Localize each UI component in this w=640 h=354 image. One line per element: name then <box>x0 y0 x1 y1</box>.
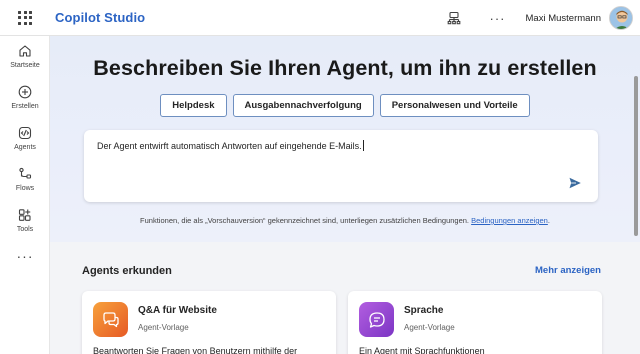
preview-disclaimer: Funktionen, die als „Vorschauversion“ ge… <box>140 216 550 225</box>
nav-item-erstellen[interactable]: Erstellen <box>0 77 50 118</box>
card-title: Sprache <box>404 305 444 316</box>
agent-description-input[interactable]: Der Agent entwirft automatisch Antworten… <box>84 130 598 202</box>
prompt-text: Der Agent entwirft automatisch Antworten… <box>97 141 362 151</box>
nav-label-agents: Agents <box>14 144 36 151</box>
suggestion-ausgabennachverfolgung[interactable]: Ausgabennachverfolgung <box>232 94 374 117</box>
chat-bubble-icon <box>359 302 394 337</box>
hero-section: Beschreiben Sie Ihren Agent, um ihn zu e… <box>50 36 640 242</box>
waffle-icon <box>18 10 32 25</box>
nav-label-tools: Tools <box>16 226 34 233</box>
send-icon <box>569 177 581 189</box>
flows-icon <box>19 167 32 179</box>
suggestion-helpdesk[interactable]: Helpdesk <box>160 94 227 117</box>
tools-icon <box>18 209 31 221</box>
avatar[interactable] <box>609 6 633 30</box>
template-card-qa-website[interactable]: Q&A für Website Agent-Vorlage Beantworte… <box>82 291 336 354</box>
card-title: Q&A für Website <box>138 305 217 316</box>
top-bar: Copilot Studio ··· Maxi Mustermann <box>0 0 640 36</box>
home-icon <box>19 45 31 57</box>
app-launcher-button[interactable] <box>0 0 50 36</box>
nav-more-button[interactable]: ··· <box>0 241 50 271</box>
card-description: Ein Agent mit Sprachfunktionen <box>359 346 485 354</box>
nav-item-startseite[interactable]: Startseite <box>0 36 50 77</box>
terms-link[interactable]: Bedingungen anzeigen <box>471 216 548 225</box>
app-title[interactable]: Copilot Studio <box>55 10 145 25</box>
page-title: Beschreiben Sie Ihren Agent, um ihn zu e… <box>93 56 597 80</box>
send-button[interactable] <box>568 176 582 190</box>
user-name[interactable]: Maxi Mustermann <box>526 13 602 24</box>
left-navigation: Startseite Erstellen Agents Flows Tools … <box>0 36 50 354</box>
agents-icon <box>18 126 32 140</box>
nav-label-startseite: Startseite <box>10 62 40 69</box>
more-options-button[interactable]: ··· <box>490 11 506 26</box>
nav-item-agents[interactable]: Agents <box>0 118 50 159</box>
template-card-sprache[interactable]: Sprache Agent-Vorlage Ein Agent mit Spra… <box>348 291 602 354</box>
chat-question-icon <box>93 302 128 337</box>
suggestion-pills: Helpdesk Ausgabennachverfolgung Personal… <box>50 94 640 117</box>
suggestion-personalwesen[interactable]: Personalwesen und Vorteile <box>379 94 530 117</box>
vertical-scrollbar[interactable] <box>634 76 638 236</box>
card-subtitle: Agent-Vorlage <box>138 323 189 332</box>
nav-item-tools[interactable]: Tools <box>0 200 50 241</box>
text-caret <box>362 140 364 151</box>
disclaimer-text: Funktionen, die als „Vorschauversion“ ge… <box>140 216 470 225</box>
environment-icon[interactable] <box>446 10 462 26</box>
nav-label-erstellen: Erstellen <box>11 103 39 110</box>
main-content: Beschreiben Sie Ihren Agent, um ihn zu e… <box>50 36 640 354</box>
card-subtitle: Agent-Vorlage <box>404 323 455 332</box>
card-description: Beantworten Sie Fragen von Benutzern mit… <box>93 346 298 354</box>
explore-agents-title: Agents erkunden <box>82 265 172 277</box>
nav-item-flows[interactable]: Flows <box>0 159 50 200</box>
show-more-link[interactable]: Mehr anzeigen <box>535 265 601 276</box>
nav-label-flows: Flows <box>15 185 35 192</box>
plus-circle-icon <box>18 85 32 99</box>
